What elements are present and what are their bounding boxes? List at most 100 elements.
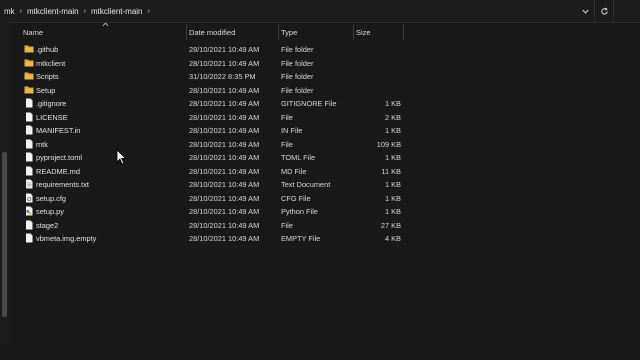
- breadcrumb-item-mk[interactable]: mk: [2, 7, 17, 16]
- list-item[interactable]: .github 28/10/2021 10:49 AM File folder: [10, 43, 410, 57]
- file-explorer-window: mk › mtkclient-main › mtkclient-main › N…: [0, 0, 640, 360]
- mouse-pointer-icon: [116, 149, 127, 165]
- settings-file-icon: [24, 193, 34, 203]
- folder-icon: [24, 58, 34, 68]
- file-name: .gitignore: [36, 99, 67, 108]
- breadcrumb: mk › mtkclient-main › mtkclient-main ›: [2, 4, 153, 18]
- file-date: 28/10/2021 10:49 AM: [189, 85, 260, 95]
- file-icon: [24, 139, 34, 149]
- column-header-type[interactable]: Type: [278, 28, 297, 40]
- folder-icon: [24, 85, 34, 95]
- file-list: Name Date modified Type Size .github 28/…: [10, 22, 640, 360]
- file-name: setup.py: [36, 207, 64, 216]
- file-type: IN File: [281, 126, 303, 135]
- file-type: MD File: [281, 166, 307, 176]
- list-item[interactable]: README.md 28/10/2021 10:49 AM MD File 11…: [10, 165, 410, 179]
- file-date: 28/10/2021 10:49 AM: [189, 112, 260, 122]
- file-type: TOML File: [281, 153, 316, 162]
- breadcrumb-separator-icon[interactable]: ›: [145, 8, 153, 15]
- list-item[interactable]: LICENSE 28/10/2021 10:49 AM File 2 KB: [10, 111, 410, 125]
- status-bar: [0, 344, 640, 360]
- file-size: 109 KB: [376, 139, 401, 149]
- file-size: 27 KB: [380, 220, 401, 230]
- file-date: 28/10/2021 10:49 AM: [189, 139, 260, 149]
- breadcrumb-item-parent[interactable]: mtkclient-main: [25, 7, 81, 16]
- folder-icon: [24, 71, 34, 81]
- list-item[interactable]: Scripts 31/10/2022 8:35 PM File folder: [10, 70, 410, 84]
- file-size: 1 KB: [384, 207, 401, 216]
- file-type: CFG File: [281, 193, 311, 203]
- file-date: 28/10/2021 10:49 AM: [189, 180, 260, 189]
- file-date: 28/10/2021 10:49 AM: [189, 126, 260, 135]
- file-size: 11 KB: [381, 166, 401, 176]
- file-size: 1 KB: [384, 99, 401, 108]
- list-item[interactable]: mtkclient 28/10/2021 10:49 AM File folde…: [10, 57, 410, 71]
- column-header-size[interactable]: Size: [353, 28, 371, 40]
- address-bar-controls: [576, 0, 640, 22]
- breadcrumb-separator-icon[interactable]: ›: [17, 8, 25, 15]
- file-size: 1 KB: [384, 180, 401, 189]
- search-input[interactable]: [613, 0, 640, 22]
- file-name: Scripts: [36, 72, 59, 81]
- file-type: File: [281, 139, 293, 149]
- file-type: File folder: [281, 45, 314, 54]
- chevron-down-icon[interactable]: [576, 0, 594, 22]
- file-date: 28/10/2021 10:49 AM: [189, 153, 260, 162]
- breadcrumb-item-current[interactable]: mtkclient-main: [89, 7, 145, 16]
- list-item[interactable]: MANIFEST.in 28/10/2021 10:49 AM IN File …: [10, 124, 410, 138]
- list-item[interactable]: requirements.txt 28/10/2021 10:49 AM Tex…: [10, 178, 410, 192]
- file-date: 28/10/2021 10:49 AM: [189, 193, 260, 203]
- scrollbar[interactable]: [2, 152, 7, 317]
- column-header-date[interactable]: Date modified: [186, 28, 235, 40]
- file-type: File: [281, 220, 293, 230]
- file-date: 28/10/2021 10:49 AM: [189, 220, 260, 230]
- address-bar[interactable]: mk › mtkclient-main › mtkclient-main ›: [0, 0, 640, 23]
- list-item[interactable]: vbmeta.img.empty 28/10/2021 10:49 AM EMP…: [10, 232, 410, 246]
- file-date: 28/10/2021 10:49 AM: [189, 166, 260, 176]
- column-header-row: Name Date modified Type Size: [10, 22, 640, 42]
- file-type: Python File: [281, 207, 318, 216]
- file-type: File folder: [281, 58, 314, 68]
- file-date: 28/10/2021 10:49 AM: [189, 234, 260, 243]
- file-type: File: [281, 112, 293, 122]
- column-header-name[interactable]: Name: [20, 28, 43, 40]
- list-item[interactable]: stage2 28/10/2021 10:49 AM File 27 KB: [10, 219, 410, 233]
- list-item[interactable]: mtk 28/10/2021 10:49 AM File 109 KB: [10, 138, 410, 152]
- file-type: EMPTY File: [281, 234, 321, 243]
- file-size: 2 KB: [384, 112, 401, 122]
- navigation-pane: [0, 22, 9, 360]
- file-size: 1 KB: [384, 153, 401, 162]
- file-type: File folder: [281, 85, 314, 95]
- folder-icon: [24, 44, 34, 54]
- file-icon: [24, 220, 34, 230]
- python-file-icon: [24, 206, 34, 216]
- file-icon: [24, 112, 34, 122]
- file-icon: [24, 125, 34, 135]
- file-name: mtkclient: [36, 58, 66, 68]
- file-type: GITIGNORE File: [281, 99, 337, 108]
- list-item[interactable]: setup.cfg 28/10/2021 10:49 AM CFG File 1…: [10, 192, 410, 206]
- file-name: README.md: [36, 166, 80, 176]
- refresh-icon[interactable]: [595, 0, 613, 22]
- file-name: LICENSE: [36, 112, 68, 122]
- file-size: 1 KB: [384, 126, 401, 135]
- file-date: 31/10/2022 8:35 PM: [189, 72, 256, 81]
- column-divider[interactable]: [403, 24, 404, 40]
- file-date: 28/10/2021 10:49 AM: [189, 99, 260, 108]
- file-name: pyproject.toml: [36, 153, 83, 162]
- list-item[interactable]: .gitignore 28/10/2021 10:49 AM GITIGNORE…: [10, 97, 410, 111]
- file-size: 4 KB: [384, 234, 401, 243]
- file-icon: [24, 233, 34, 243]
- file-type: File folder: [281, 72, 314, 81]
- file-name: mtk: [36, 139, 48, 149]
- file-name: setup.cfg: [36, 193, 66, 203]
- file-icon: [24, 166, 34, 176]
- file-name: vbmeta.img.empty: [36, 234, 97, 243]
- list-item[interactable]: pyproject.toml 28/10/2021 10:49 AM TOML …: [10, 151, 410, 165]
- breadcrumb-separator-icon[interactable]: ›: [81, 8, 89, 15]
- sort-up-icon: [102, 22, 109, 29]
- list-item[interactable]: Setup 28/10/2021 10:49 AM File folder: [10, 84, 410, 98]
- file-type: Text Document: [281, 180, 331, 189]
- list-item[interactable]: setup.py 28/10/2021 10:49 AM Python File…: [10, 205, 410, 219]
- text-file-icon: [24, 179, 34, 189]
